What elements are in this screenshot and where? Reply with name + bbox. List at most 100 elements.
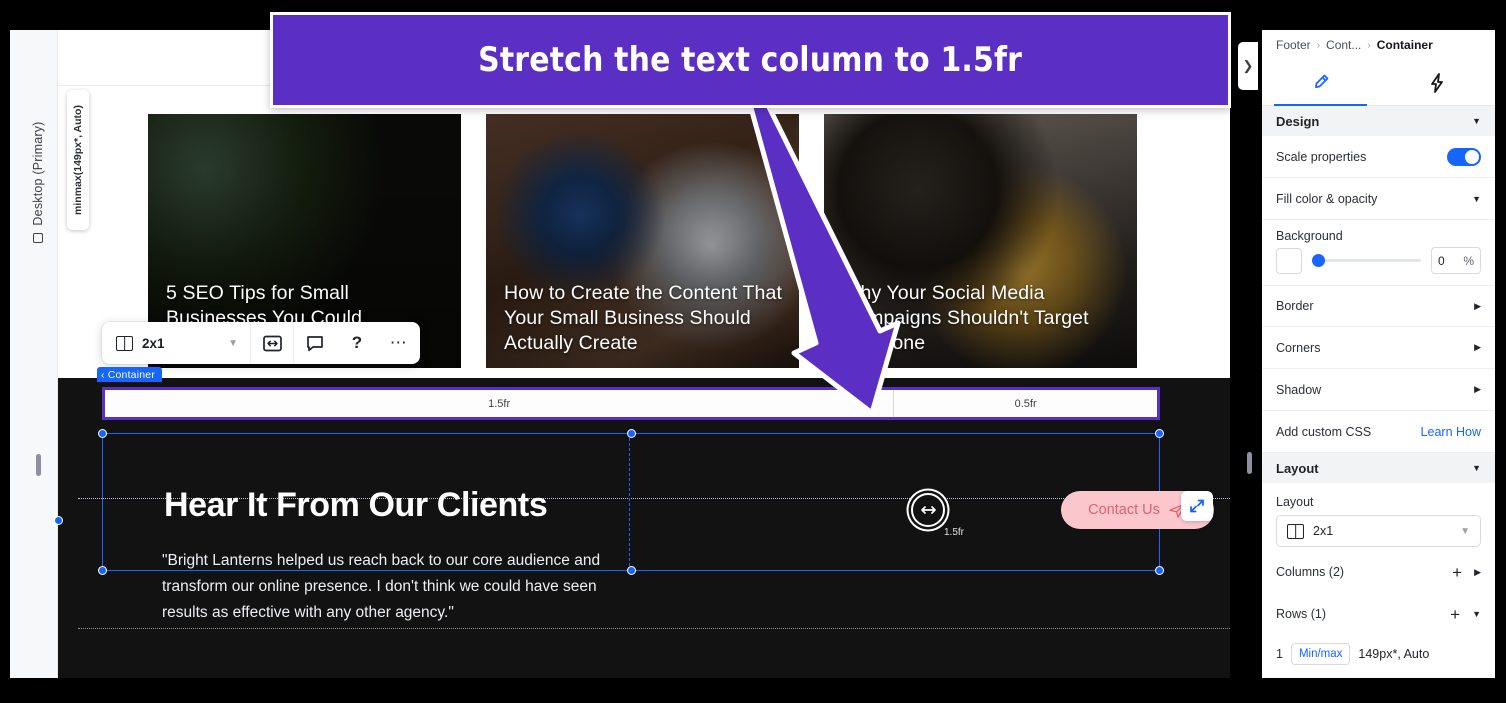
- row-size-label[interactable]: minmax(149px*, Auto): [67, 90, 89, 230]
- minmax-badge[interactable]: Min/max: [1290, 643, 1351, 665]
- rows-row[interactable]: Rows (1) + ▼: [1262, 593, 1495, 635]
- canvas-left-resize-handle[interactable]: [36, 454, 41, 476]
- tab-design[interactable]: [1262, 60, 1379, 106]
- breadcrumb[interactable]: Footer › Cont... › Container: [1262, 30, 1495, 60]
- border-row[interactable]: Border ▶: [1262, 285, 1495, 327]
- background-color-swatch[interactable]: [1276, 247, 1302, 274]
- left-rail: Desktop (Primary): [10, 30, 58, 678]
- caret-right-icon[interactable]: ▶: [1474, 301, 1481, 312]
- breadcrumb-separator: ›: [1367, 39, 1371, 51]
- opacity-slider[interactable]: [1312, 254, 1421, 267]
- column-resize-tooltip: 1.5fr: [944, 527, 965, 538]
- row-track-index: 1: [1276, 647, 1283, 661]
- help-button[interactable]: ?: [336, 322, 378, 364]
- resize-handle-top-center[interactable]: [626, 429, 636, 438]
- row-track-entry[interactable]: 1 Min/max 149px*, Auto: [1262, 635, 1495, 673]
- layout-preset-selected-value: 2x1: [1313, 524, 1334, 538]
- opacity-slider-thumb[interactable]: [1312, 254, 1325, 267]
- selected-element-name: Container: [107, 368, 156, 381]
- breadcrumb-current: Container: [1376, 38, 1433, 52]
- panel-collapse-toggle[interactable]: ❯: [1238, 42, 1258, 90]
- caret-right-icon[interactable]: ▶: [1474, 342, 1481, 353]
- resize-handle-bottom-right[interactable]: [1155, 566, 1164, 575]
- design-canvas[interactable]: 5 SEO Tips for Small Businesses You Coul…: [58, 30, 1230, 678]
- shadow-label: Shadow: [1276, 382, 1322, 397]
- design-section-header[interactable]: Design ▼: [1262, 106, 1495, 136]
- rows-label: Rows (1): [1276, 607, 1327, 621]
- background-label: Background: [1276, 229, 1343, 243]
- expand-diagonal-arrow-icon: [1190, 499, 1204, 513]
- opacity-value: 0: [1438, 253, 1445, 268]
- caret-down-icon: ▼: [1472, 116, 1481, 126]
- corners-row[interactable]: Corners ▶: [1262, 327, 1495, 369]
- columns-label: Columns (2): [1276, 565, 1345, 579]
- caret-right-icon[interactable]: ▶: [1474, 384, 1481, 395]
- column-track-2-value: 0.5fr: [1014, 397, 1037, 410]
- scale-properties-label: Scale properties: [1276, 149, 1367, 164]
- caret-right-icon[interactable]: ▶: [1474, 567, 1481, 578]
- chevron-down-icon: ▼: [228, 337, 238, 349]
- layout-preset-dropdown[interactable]: 2x1 ▼: [102, 335, 250, 351]
- custom-css-row[interactable]: Add custom CSS Learn How: [1262, 411, 1495, 453]
- learn-how-link[interactable]: Learn How: [1421, 425, 1481, 439]
- columns-row[interactable]: Columns (2) + ▶: [1262, 551, 1495, 593]
- annotation-banner-text: Stretch the text column to 1.5fr: [478, 40, 1023, 80]
- contact-us-label: Contact Us: [1088, 502, 1160, 518]
- scale-properties-row[interactable]: Scale properties: [1262, 136, 1495, 178]
- opacity-unit: %: [1463, 253, 1474, 268]
- more-options-button[interactable]: ⋯: [378, 322, 420, 364]
- panel-tabs[interactable]: [1262, 60, 1495, 106]
- opacity-input[interactable]: 0 %: [1431, 247, 1481, 274]
- row-size-label-text: minmax(149px*, Auto): [72, 105, 84, 215]
- footer-heading[interactable]: Hear It From Our Clients: [164, 486, 548, 525]
- spacing-button[interactable]: [251, 322, 293, 364]
- fill-color-opacity-row[interactable]: Fill color & opacity ▼: [1262, 178, 1495, 220]
- properties-panel[interactable]: Footer › Cont... › Container Design ▼ Sc…: [1262, 30, 1495, 678]
- footer-quote-text[interactable]: "Bright Lanterns helped us reach back to…: [162, 548, 642, 626]
- scale-properties-toggle[interactable]: [1447, 147, 1481, 166]
- column-track-ruler[interactable]: 1.5fr 0.5fr: [102, 387, 1160, 420]
- corners-label: Corners: [1276, 340, 1321, 355]
- chevron-down-icon: ▼: [1460, 525, 1470, 537]
- comment-button[interactable]: [294, 322, 336, 364]
- canvas-right-resize-handle[interactable]: [1247, 452, 1252, 474]
- breadcrumb-middle[interactable]: Cont...: [1326, 38, 1361, 52]
- border-label: Border: [1276, 299, 1314, 313]
- selection-handle-left[interactable]: [54, 516, 63, 525]
- question-mark-icon: ?: [351, 333, 363, 352]
- row-track-value: 149px*, Auto: [1358, 647, 1430, 661]
- add-column-button[interactable]: +: [1452, 564, 1462, 581]
- custom-css-label: Add custom CSS: [1276, 424, 1372, 439]
- shadow-row[interactable]: Shadow ▶: [1262, 369, 1495, 411]
- chevron-right-icon: ❯: [1242, 58, 1254, 73]
- element-floating-toolbar[interactable]: 2x1 ▼ ? ⋯: [102, 322, 420, 364]
- breadcrumb-root[interactable]: Footer: [1276, 38, 1311, 52]
- background-controls[interactable]: 0 %: [1262, 247, 1495, 285]
- resize-handle-top-right[interactable]: [1155, 429, 1164, 438]
- selected-element-badge[interactable]: ‹ Container: [97, 367, 163, 382]
- breadcrumb-separator: ›: [1316, 39, 1321, 51]
- caret-down-icon[interactable]: ▼: [1472, 609, 1481, 619]
- layout-field-label: Layout: [1276, 495, 1314, 509]
- device-label-text: Desktop (Primary): [31, 121, 45, 226]
- resize-spacing-icon: [262, 335, 282, 351]
- grid-bottom-guide: [78, 628, 1230, 629]
- column-track-2[interactable]: 0.5fr: [894, 390, 1157, 417]
- annotation-banner: Stretch the text column to 1.5fr: [270, 12, 1231, 108]
- layout-section-header[interactable]: Layout ▼: [1262, 453, 1495, 483]
- resize-handle-bottom-left[interactable]: [98, 566, 107, 575]
- add-row-button[interactable]: +: [1450, 606, 1460, 623]
- two-column-grid-icon: [116, 335, 133, 351]
- column-track-1-value: 1.5fr: [488, 397, 511, 410]
- device-breakpoint-label[interactable]: Desktop (Primary): [16, 97, 60, 267]
- caret-down-icon: ▼: [1472, 463, 1481, 473]
- caret-down-icon[interactable]: ▼: [1472, 194, 1481, 204]
- resize-handle-top-left[interactable]: [98, 429, 107, 438]
- expand-element-button[interactable]: [1181, 491, 1213, 521]
- layout-preset-select[interactable]: 2x1 ▼: [1276, 515, 1481, 547]
- column-resize-handle[interactable]: [911, 493, 945, 527]
- tab-interactions[interactable]: [1379, 60, 1496, 105]
- two-column-grid-icon: [1287, 523, 1304, 539]
- chevron-left-icon: ‹: [101, 368, 105, 381]
- comment-bubble-icon: [307, 335, 323, 351]
